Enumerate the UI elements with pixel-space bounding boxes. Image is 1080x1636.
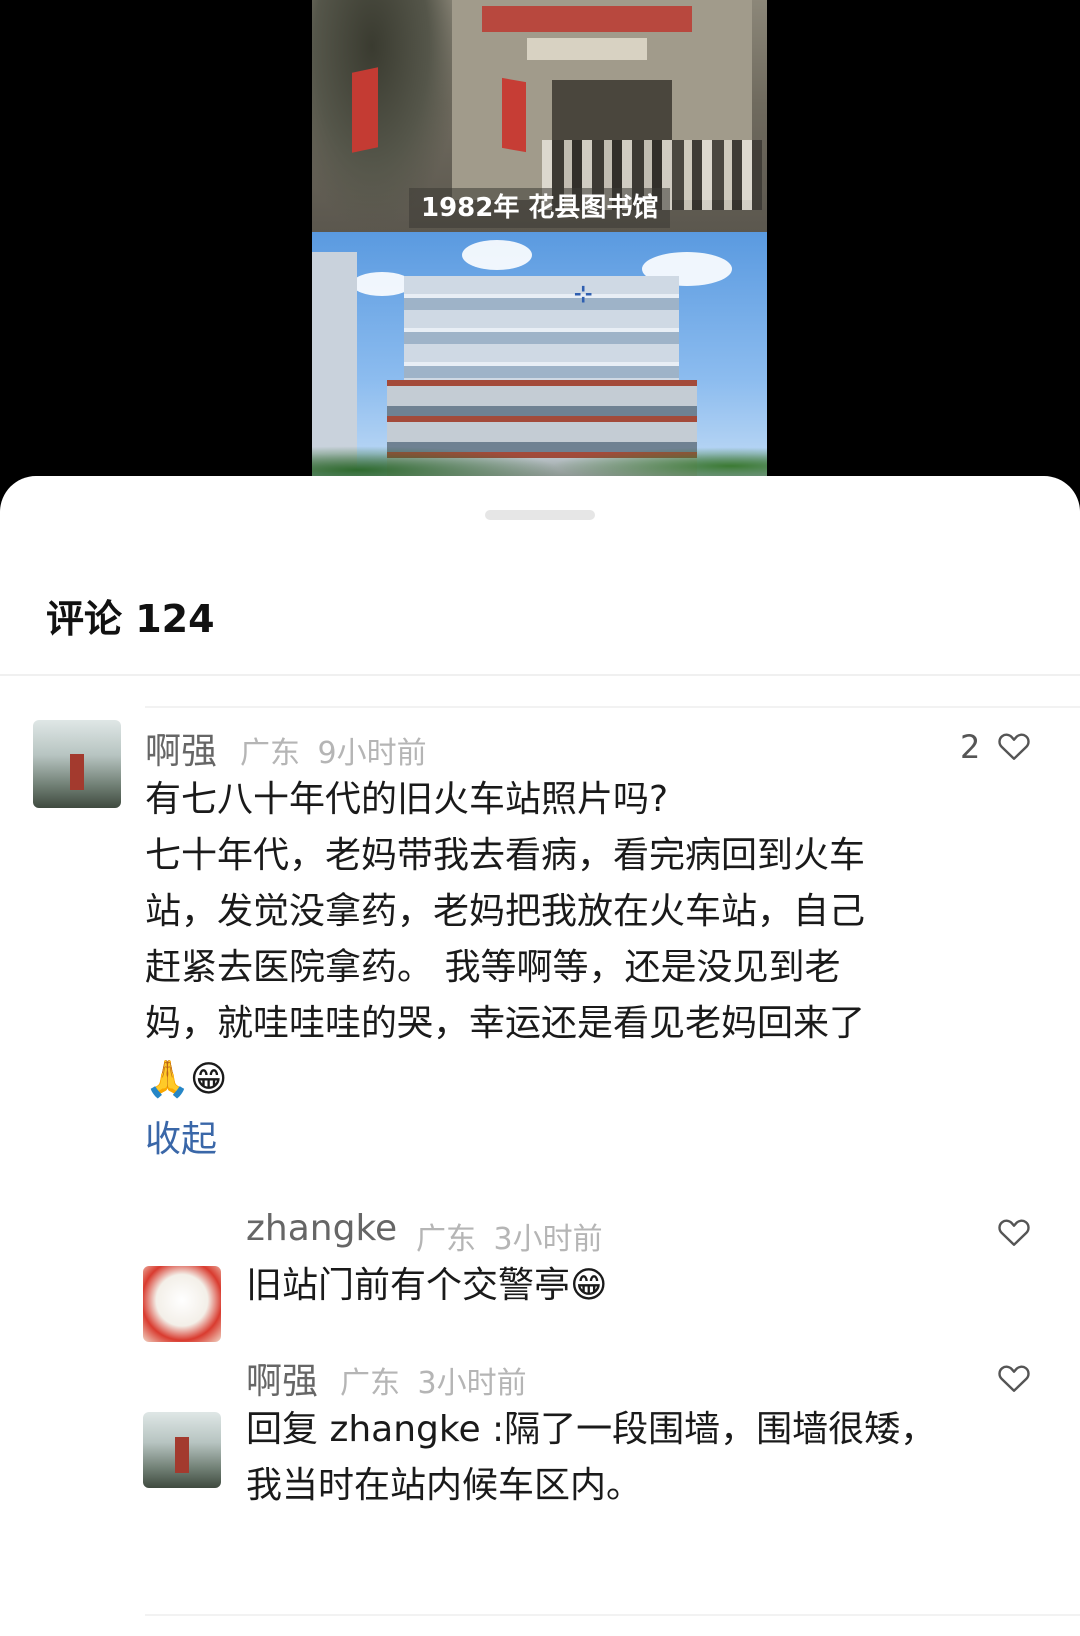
heart-outline-icon[interactable] [996,1214,1032,1250]
new-library-photo: ⊹ [312,232,767,500]
collapse-link[interactable]: 收起 [145,1110,217,1162]
like-count: 2 [960,728,981,766]
comment-username[interactable]: 啊强 [145,722,217,774]
divider [145,706,1080,708]
comment-line: 赶紧去医院拿药。 我等啊等，还是没见到老 [145,947,841,988]
comment-time: 9小时前 [317,736,427,771]
comment-line: 有七八十年代的旧火车站照片吗? [145,779,669,820]
comment-line: 七十年代，老妈带我去看病，看完病回到火车 [145,835,866,876]
video-media-area[interactable]: 1982年 花县图书馆 ⊹ [0,0,1080,500]
heart-outline-icon[interactable] [996,728,1032,764]
comments-title: 评论 124 [46,597,215,641]
divider [145,1614,1080,1616]
reply-username[interactable]: 啊强 [246,1352,318,1404]
reply-line: 我当时在站内候车区内。 [246,1465,643,1506]
reply-meta: 广东 3小时前 [340,1358,527,1402]
comment-meta: 广东 9小时前 [240,728,427,772]
reply-text: 旧站门前有个交警亭😁 [246,1258,1026,1314]
reply-username[interactable]: zhangke [246,1208,397,1249]
drag-handle[interactable] [485,510,595,520]
library-logo-icon: ⊹ [574,282,593,307]
avatar[interactable] [33,720,121,808]
comment-line: 妈，就哇哇哇的哭，幸运还是看见老妈回来了 [145,1003,866,1044]
heart-outline-icon[interactable] [996,1360,1032,1396]
avatar[interactable] [143,1412,221,1488]
reply-region: 广东 [340,1366,400,1401]
photo-caption: 1982年 花县图书馆 [409,188,671,228]
reply-region: 广东 [416,1222,476,1257]
reply-time: 3小时前 [493,1222,603,1257]
comment-text: 有七八十年代的旧火车站照片吗? 七十年代，老妈带我去看病，看完病回到火车 站，发… [145,772,1025,1108]
reply-text: 回复 zhangke :隔了一段围墙，围墙很矮， 我当时在站内候车区内。 [246,1402,1046,1514]
comment-sheet: 评论 124 啊强 广东 9小时前 2 有七八十年代的旧火车站照片吗? 七十年代… [0,476,1080,1636]
reply-time: 3小时前 [417,1366,527,1401]
reply-meta: 广东 3小时前 [416,1214,603,1258]
comment-emoji-line: 🙏😁 [145,1059,228,1100]
old-library-photo: 1982年 花县图书馆 [312,0,767,232]
avatar[interactable] [143,1266,221,1342]
comment-region: 广东 [240,736,300,771]
divider [0,674,1080,676]
comment-line: 站，发觉没拿药，老妈把我放在火车站，自己 [145,891,866,932]
reply-line: 旧站门前有个交警亭😁 [246,1265,608,1306]
reply-line: 回复 zhangke :隔了一段围墙，围墙很矮， [246,1409,937,1450]
